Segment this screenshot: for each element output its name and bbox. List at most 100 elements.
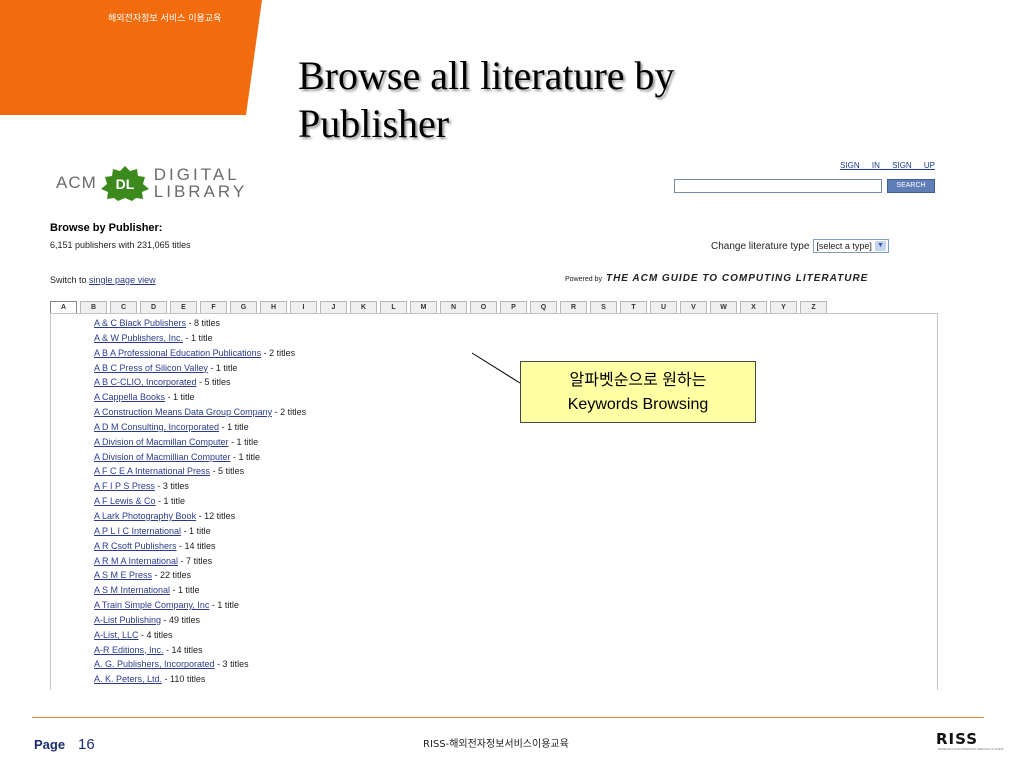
publisher-title-count: - 1 title: [170, 585, 200, 596]
publisher-link[interactable]: A-List, LLC: [94, 630, 139, 640]
letter-tab-u[interactable]: U: [650, 301, 677, 313]
publisher-link[interactable]: A-R Editions, Inc.: [94, 645, 164, 655]
publisher-link[interactable]: A F C E A International Press: [94, 466, 210, 476]
footer-divider: [32, 717, 984, 718]
powered-by-label: Powered by: [565, 276, 602, 283]
publisher-link[interactable]: A. G. Publishers, Incorporated: [94, 659, 215, 669]
single-page-view-link[interactable]: single page view: [89, 275, 156, 285]
letter-tab-r[interactable]: R: [560, 301, 587, 313]
letter-tab-m[interactable]: M: [410, 301, 437, 313]
publisher-item: A S M International - 1 title: [94, 583, 306, 598]
switch-label: Switch to: [50, 275, 87, 285]
publisher-link[interactable]: A-List Publishing: [94, 615, 161, 625]
alphabet-tabs: ABCDEFGHIJKLMNOPQRSTUVWXYZ: [50, 301, 830, 313]
letter-tab-h[interactable]: H: [260, 301, 287, 313]
literature-type-select[interactable]: [select a type] ▼: [813, 239, 889, 253]
publisher-item: A S M E Press - 22 titles: [94, 568, 306, 583]
slide-title-line2: Publisher: [298, 101, 450, 146]
letter-tab-e[interactable]: E: [170, 301, 197, 313]
publisher-link[interactable]: A Division of Macmillian Computer: [94, 452, 231, 462]
publisher-link[interactable]: A & W Publishers, Inc.: [94, 333, 183, 343]
publisher-item: A. K. Peters, Ltd. - 110 titles: [94, 672, 306, 687]
publisher-title-count: - 1 title: [219, 421, 249, 432]
publisher-link[interactable]: A F I P S Press: [94, 481, 155, 491]
letter-tab-j[interactable]: J: [320, 301, 347, 313]
publisher-item: A D M Consulting, Incorporated - 1 title: [94, 420, 306, 435]
publisher-link[interactable]: A Lark Photography Book: [94, 511, 196, 521]
publisher-item: A Lark Photography Book - 12 titles: [94, 509, 306, 524]
publisher-title-count: - 1 title: [183, 332, 213, 343]
search-button[interactable]: SEARCH: [887, 179, 935, 193]
letter-tab-o[interactable]: O: [470, 301, 497, 313]
publisher-item: A R Csoft Publishers - 14 titles: [94, 539, 306, 554]
letter-tab-g[interactable]: G: [230, 301, 257, 313]
sign-up-link[interactable]: SIGN UP: [892, 161, 935, 170]
letter-tab-i[interactable]: I: [290, 301, 317, 313]
publisher-link[interactable]: A D M Consulting, Incorporated: [94, 422, 219, 432]
publisher-link[interactable]: A B C-CLIO, Incorporated: [94, 377, 197, 387]
letter-tab-x[interactable]: X: [740, 301, 767, 313]
sign-in-link[interactable]: SIGN IN: [840, 161, 880, 170]
letter-tab-f[interactable]: F: [200, 301, 227, 313]
publisher-item: A F Lewis & Co - 1 title: [94, 494, 306, 509]
publisher-title-count: - 1 title: [228, 436, 259, 447]
search-input[interactable]: [674, 179, 882, 193]
letter-tab-k[interactable]: K: [350, 301, 377, 313]
powered-by: Powered by THE ACM GUIDE TO COMPUTING LI…: [565, 273, 868, 284]
letter-tab-t[interactable]: T: [620, 301, 647, 313]
header-caption: 해외전자정보 서비스 이용교육: [108, 14, 222, 24]
logo-digital: DIGITAL: [153, 165, 240, 184]
letter-tab-a[interactable]: A: [50, 301, 77, 313]
publisher-title-count: - 4 titles: [138, 629, 173, 640]
publisher-item: A & C Black Publishers - 8 titles: [94, 316, 306, 331]
publisher-title-count: - 12 titles: [196, 510, 236, 521]
publisher-link[interactable]: A & C Black Publishers: [94, 318, 186, 328]
publisher-link[interactable]: A S M International: [94, 585, 170, 595]
letter-tab-c[interactable]: C: [110, 301, 137, 313]
publisher-item: A F I P S Press - 3 titles: [94, 479, 306, 494]
publisher-link[interactable]: A B C Press of Silicon Valley: [94, 363, 208, 373]
publisher-link[interactable]: A S M E Press: [94, 570, 152, 580]
letter-tab-b[interactable]: B: [80, 301, 107, 313]
publisher-title-count: - 49 titles: [161, 614, 201, 625]
publisher-link[interactable]: A Construction Means Data Group Company: [94, 407, 272, 417]
publisher-count: 6,151 publishers with 231,065 titles: [50, 240, 191, 250]
digital-library-wordmark: DIGITAL LIBRARY: [154, 166, 247, 200]
publisher-item: A Construction Means Data Group Company …: [94, 405, 306, 420]
letter-tab-q[interactable]: Q: [530, 301, 557, 313]
letter-tab-v[interactable]: V: [680, 301, 707, 313]
publisher-link[interactable]: A Train Simple Company, Inc: [94, 600, 209, 610]
acm-guide-logo[interactable]: THE ACM GUIDE TO COMPUTING LITERATURE: [606, 273, 868, 284]
letter-tab-w[interactable]: W: [710, 301, 737, 313]
publisher-link[interactable]: A R Csoft Publishers: [94, 541, 177, 551]
sign-links: SIGN IN SIGN UP: [840, 161, 935, 170]
publisher-title-count: - 1 title: [181, 525, 211, 536]
letter-tab-l[interactable]: L: [380, 301, 407, 313]
publisher-item: A. G. Publishers, Incorporated - 3 title…: [94, 657, 306, 672]
publisher-title-count: - 1 title: [207, 362, 238, 373]
publisher-item: A & W Publishers, Inc. - 1 title: [94, 331, 306, 346]
letter-tab-d[interactable]: D: [140, 301, 167, 313]
callout-line1: 알파벳순으로 원하는: [569, 372, 707, 389]
publisher-link[interactable]: A B A Professional Education Publication…: [94, 348, 261, 358]
publisher-link[interactable]: A P L I C International: [94, 526, 181, 536]
letter-tab-y[interactable]: Y: [770, 301, 797, 313]
letter-tab-n[interactable]: N: [440, 301, 467, 313]
publisher-link[interactable]: A R M A International: [94, 556, 178, 566]
publisher-link[interactable]: A. K. Peters, Ltd.: [94, 674, 162, 684]
letter-tab-p[interactable]: P: [500, 301, 527, 313]
publisher-item: A B C Press of Silicon Valley - 1 title: [94, 361, 306, 376]
publisher-link[interactable]: A F Lewis & Co: [94, 496, 156, 506]
publisher-item: A Division of Macmillian Computer - 1 ti…: [94, 450, 306, 465]
acm-dl-logo[interactable]: ACM DL DIGITAL LIBRARY: [56, 165, 247, 201]
publisher-link[interactable]: A Division of Macmillan Computer: [94, 437, 229, 447]
callout-box: 알파벳순으로 원하는 Keywords Browsing: [520, 361, 756, 423]
letter-tab-z[interactable]: Z: [800, 301, 827, 313]
letter-tab-s[interactable]: S: [590, 301, 617, 313]
chevron-down-icon[interactable]: ▼: [874, 241, 886, 251]
footer-caption: RISS-해외전자정보서비스이용교육: [423, 739, 569, 750]
dl-badge-text: DL: [115, 176, 134, 192]
publisher-link[interactable]: A Cappella Books: [94, 392, 165, 402]
publisher-title-count: - 8 titles: [186, 318, 221, 328]
publisher-title-count: - 1 title: [230, 451, 261, 462]
